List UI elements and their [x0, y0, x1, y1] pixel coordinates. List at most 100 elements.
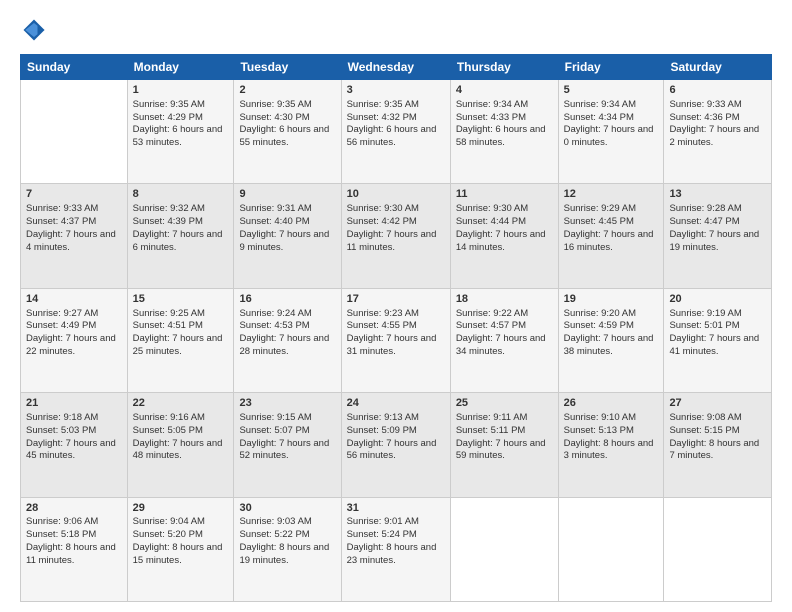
sunrise-text: Sunrise: 9:11 AM [456, 412, 553, 425]
day-number: 3 [347, 83, 445, 98]
day-number: 13 [669, 187, 766, 202]
day-number: 24 [347, 396, 445, 411]
day-number: 8 [133, 187, 229, 202]
sunrise-text: Sunrise: 9:18 AM [26, 412, 122, 425]
column-header-sunday: Sunday [21, 55, 128, 80]
sunrise-text: Sunrise: 9:27 AM [26, 308, 122, 321]
week-row-2: 7Sunrise: 9:33 AMSunset: 4:37 PMDaylight… [21, 184, 772, 288]
daylight-text: Daylight: 7 hours and 41 minutes. [669, 333, 766, 359]
header [20, 16, 772, 44]
sunrise-text: Sunrise: 9:31 AM [239, 203, 335, 216]
calendar-cell: 10Sunrise: 9:30 AMSunset: 4:42 PMDayligh… [341, 184, 450, 288]
page: SundayMondayTuesdayWednesdayThursdayFrid… [0, 0, 792, 612]
calendar-table: SundayMondayTuesdayWednesdayThursdayFrid… [20, 54, 772, 602]
daylight-text: Daylight: 8 hours and 3 minutes. [564, 438, 659, 464]
cell-content: 26Sunrise: 9:10 AMSunset: 5:13 PMDayligh… [564, 396, 659, 463]
calendar-cell: 12Sunrise: 9:29 AMSunset: 4:45 PMDayligh… [558, 184, 664, 288]
calendar-cell: 4Sunrise: 9:34 AMSunset: 4:33 PMDaylight… [450, 80, 558, 184]
calendar-cell: 25Sunrise: 9:11 AMSunset: 5:11 PMDayligh… [450, 393, 558, 497]
daylight-text: Daylight: 7 hours and 45 minutes. [26, 438, 122, 464]
sunrise-text: Sunrise: 9:22 AM [456, 308, 553, 321]
cell-content: 31Sunrise: 9:01 AMSunset: 5:24 PMDayligh… [347, 501, 445, 568]
day-number: 20 [669, 292, 766, 307]
column-header-thursday: Thursday [450, 55, 558, 80]
calendar-cell: 31Sunrise: 9:01 AMSunset: 5:24 PMDayligh… [341, 497, 450, 601]
sunrise-text: Sunrise: 9:06 AM [26, 516, 122, 529]
daylight-text: Daylight: 7 hours and 31 minutes. [347, 333, 445, 359]
day-number: 21 [26, 396, 122, 411]
daylight-text: Daylight: 7 hours and 28 minutes. [239, 333, 335, 359]
calendar-cell: 11Sunrise: 9:30 AMSunset: 4:44 PMDayligh… [450, 184, 558, 288]
sunrise-text: Sunrise: 9:30 AM [456, 203, 553, 216]
sunrise-text: Sunrise: 9:30 AM [347, 203, 445, 216]
calendar-cell: 20Sunrise: 9:19 AMSunset: 5:01 PMDayligh… [664, 288, 772, 392]
day-number: 17 [347, 292, 445, 307]
sunrise-text: Sunrise: 9:04 AM [133, 516, 229, 529]
column-header-saturday: Saturday [664, 55, 772, 80]
calendar-cell: 8Sunrise: 9:32 AMSunset: 4:39 PMDaylight… [127, 184, 234, 288]
sunset-text: Sunset: 4:34 PM [564, 112, 659, 125]
sunrise-text: Sunrise: 9:35 AM [133, 99, 229, 112]
cell-content: 29Sunrise: 9:04 AMSunset: 5:20 PMDayligh… [133, 501, 229, 568]
sunrise-text: Sunrise: 9:08 AM [669, 412, 766, 425]
day-number: 1 [133, 83, 229, 98]
sunrise-text: Sunrise: 9:34 AM [456, 99, 553, 112]
day-number: 9 [239, 187, 335, 202]
daylight-text: Daylight: 6 hours and 56 minutes. [347, 124, 445, 150]
calendar-cell [558, 497, 664, 601]
sunset-text: Sunset: 5:11 PM [456, 425, 553, 438]
sunset-text: Sunset: 5:09 PM [347, 425, 445, 438]
logo-icon [20, 16, 48, 44]
sunrise-text: Sunrise: 9:33 AM [669, 99, 766, 112]
sunset-text: Sunset: 4:53 PM [239, 320, 335, 333]
sunset-text: Sunset: 4:59 PM [564, 320, 659, 333]
daylight-text: Daylight: 8 hours and 15 minutes. [133, 542, 229, 568]
day-number: 27 [669, 396, 766, 411]
day-number: 29 [133, 501, 229, 516]
sunset-text: Sunset: 4:47 PM [669, 216, 766, 229]
daylight-text: Daylight: 7 hours and 0 minutes. [564, 124, 659, 150]
day-number: 4 [456, 83, 553, 98]
day-number: 16 [239, 292, 335, 307]
sunset-text: Sunset: 4:33 PM [456, 112, 553, 125]
cell-content: 21Sunrise: 9:18 AMSunset: 5:03 PMDayligh… [26, 396, 122, 463]
sunset-text: Sunset: 5:15 PM [669, 425, 766, 438]
sunset-text: Sunset: 4:55 PM [347, 320, 445, 333]
calendar-cell: 22Sunrise: 9:16 AMSunset: 5:05 PMDayligh… [127, 393, 234, 497]
sunrise-text: Sunrise: 9:01 AM [347, 516, 445, 529]
sunrise-text: Sunrise: 9:35 AM [347, 99, 445, 112]
column-header-tuesday: Tuesday [234, 55, 341, 80]
week-row-4: 21Sunrise: 9:18 AMSunset: 5:03 PMDayligh… [21, 393, 772, 497]
calendar-cell: 3Sunrise: 9:35 AMSunset: 4:32 PMDaylight… [341, 80, 450, 184]
calendar-cell: 9Sunrise: 9:31 AMSunset: 4:40 PMDaylight… [234, 184, 341, 288]
calendar-body: 1Sunrise: 9:35 AMSunset: 4:29 PMDaylight… [21, 80, 772, 602]
cell-content: 15Sunrise: 9:25 AMSunset: 4:51 PMDayligh… [133, 292, 229, 359]
calendar-cell: 24Sunrise: 9:13 AMSunset: 5:09 PMDayligh… [341, 393, 450, 497]
daylight-text: Daylight: 7 hours and 6 minutes. [133, 229, 229, 255]
week-row-5: 28Sunrise: 9:06 AMSunset: 5:18 PMDayligh… [21, 497, 772, 601]
cell-content: 2Sunrise: 9:35 AMSunset: 4:30 PMDaylight… [239, 83, 335, 150]
day-number: 18 [456, 292, 553, 307]
calendar-cell: 15Sunrise: 9:25 AMSunset: 4:51 PMDayligh… [127, 288, 234, 392]
daylight-text: Daylight: 8 hours and 7 minutes. [669, 438, 766, 464]
cell-content: 13Sunrise: 9:28 AMSunset: 4:47 PMDayligh… [669, 187, 766, 254]
cell-content: 4Sunrise: 9:34 AMSunset: 4:33 PMDaylight… [456, 83, 553, 150]
daylight-text: Daylight: 7 hours and 52 minutes. [239, 438, 335, 464]
daylight-text: Daylight: 7 hours and 14 minutes. [456, 229, 553, 255]
daylight-text: Daylight: 7 hours and 2 minutes. [669, 124, 766, 150]
daylight-text: Daylight: 6 hours and 53 minutes. [133, 124, 229, 150]
cell-content: 23Sunrise: 9:15 AMSunset: 5:07 PMDayligh… [239, 396, 335, 463]
calendar-cell: 23Sunrise: 9:15 AMSunset: 5:07 PMDayligh… [234, 393, 341, 497]
calendar-cell [450, 497, 558, 601]
day-number: 5 [564, 83, 659, 98]
sunset-text: Sunset: 4:49 PM [26, 320, 122, 333]
calendar-cell: 28Sunrise: 9:06 AMSunset: 5:18 PMDayligh… [21, 497, 128, 601]
sunrise-text: Sunrise: 9:03 AM [239, 516, 335, 529]
cell-content: 8Sunrise: 9:32 AMSunset: 4:39 PMDaylight… [133, 187, 229, 254]
day-number: 26 [564, 396, 659, 411]
logo [20, 16, 52, 44]
cell-content: 12Sunrise: 9:29 AMSunset: 4:45 PMDayligh… [564, 187, 659, 254]
cell-content: 10Sunrise: 9:30 AMSunset: 4:42 PMDayligh… [347, 187, 445, 254]
sunset-text: Sunset: 5:20 PM [133, 529, 229, 542]
sunrise-text: Sunrise: 9:10 AM [564, 412, 659, 425]
